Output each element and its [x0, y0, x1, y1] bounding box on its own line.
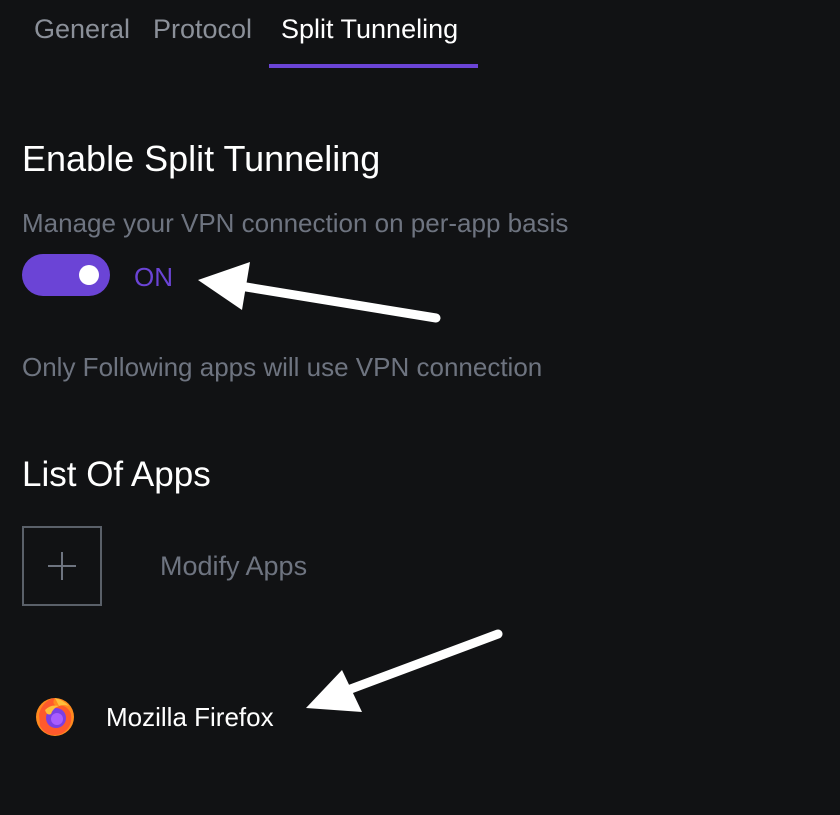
- toggle-state-label: ON: [134, 262, 173, 292]
- tab-general[interactable]: General: [34, 14, 130, 45]
- add-app-button[interactable]: [22, 526, 102, 606]
- split-tunneling-settings-page: General Protocol Split Tunneling Enable …: [0, 0, 840, 815]
- toggle-knob: [79, 265, 99, 285]
- app-name-firefox: Mozilla Firefox: [106, 702, 274, 732]
- split-tunneling-description: Manage your VPN connection on per-app ba…: [22, 208, 569, 238]
- annotation-arrow-app-shaft: [343, 629, 503, 695]
- modify-apps-link[interactable]: Modify Apps: [160, 551, 307, 582]
- active-tab-indicator: [269, 64, 478, 68]
- section-title-apps: List Of Apps: [22, 455, 211, 494]
- section-title-split-tunneling: Enable Split Tunneling: [22, 138, 381, 179]
- firefox-icon: [36, 698, 74, 736]
- split-tunneling-toggle[interactable]: [22, 254, 110, 296]
- annotation-arrow-toggle-shaft: [235, 281, 441, 323]
- tab-split-tunneling[interactable]: Split Tunneling: [281, 14, 458, 45]
- plus-icon: [48, 552, 76, 580]
- annotation-arrows: [198, 262, 503, 712]
- split-tunneling-note: Only Following apps will use VPN connect…: [22, 352, 543, 382]
- annotation-arrow-app-head: [306, 670, 362, 712]
- annotation-arrow-toggle-head: [198, 262, 250, 310]
- tab-protocol[interactable]: Protocol: [153, 14, 252, 45]
